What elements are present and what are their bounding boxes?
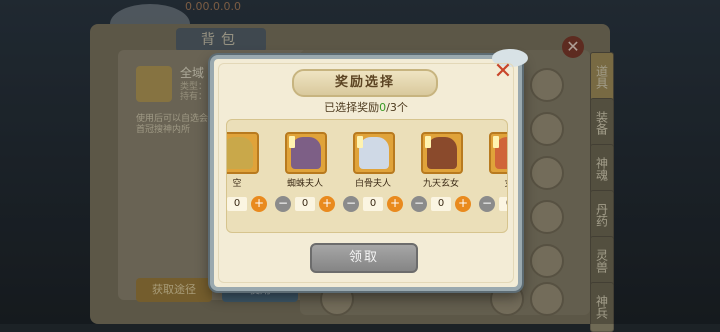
- quantity-value: 0: [227, 197, 247, 211]
- reward-name: 蜘蛛夫人: [286, 179, 323, 189]
- minus-icon[interactable]: −: [411, 196, 427, 212]
- selection-count: 已选择奖励0/3个: [214, 99, 518, 115]
- reward-item[interactable]: 九天玄女 − 0 +: [409, 132, 473, 216]
- dialog-title: 奖励选择: [292, 69, 438, 97]
- quantity-stepper: − 0 +: [479, 196, 507, 212]
- reward-item[interactable]: 蜘蛛夫人 − 0 +: [273, 132, 337, 216]
- reward-name: 白骨夫人: [354, 179, 391, 189]
- bone-lady-portrait-icon: [353, 132, 395, 174]
- minus-icon[interactable]: −: [275, 196, 291, 212]
- reward-list[interactable]: 空 − 0 + 蜘蛛夫人 − 0 + 白骨夫人: [226, 119, 508, 233]
- reward-name: 女: [477, 176, 507, 189]
- reward-name: 九天玄女: [422, 179, 459, 189]
- quantity-stepper: − 0 +: [275, 196, 335, 212]
- quantity-stepper: − 0 +: [343, 196, 403, 212]
- reward-item[interactable]: 女 − 0 +: [477, 132, 507, 216]
- plus-icon[interactable]: +: [319, 196, 335, 212]
- reward-item[interactable]: 白骨夫人 − 0 +: [341, 132, 405, 216]
- minus-icon[interactable]: −: [343, 196, 359, 212]
- reward-item[interactable]: 空 − 0 +: [227, 132, 269, 216]
- quantity-value: 0: [431, 197, 451, 211]
- reward-name: 空: [232, 179, 242, 189]
- plus-icon[interactable]: +: [455, 196, 471, 212]
- quantity-value: 0: [295, 197, 315, 211]
- minus-icon[interactable]: −: [479, 196, 495, 212]
- count-total: /3个: [386, 101, 408, 114]
- quantity-value: 0: [499, 197, 507, 211]
- claim-button[interactable]: 领取: [310, 243, 418, 273]
- quantity-value: 0: [363, 197, 383, 211]
- plus-icon[interactable]: +: [251, 196, 267, 212]
- close-icon[interactable]: ✕: [492, 61, 514, 83]
- quantity-stepper: − 0 +: [227, 196, 267, 212]
- quantity-stepper: − 0 +: [411, 196, 471, 212]
- count-prefix: 已选择奖励: [324, 101, 380, 114]
- hero-portrait-icon: [227, 132, 259, 174]
- plus-icon[interactable]: +: [387, 196, 403, 212]
- hero-portrait-icon: [489, 132, 507, 174]
- celestial-maiden-portrait-icon: [421, 132, 463, 174]
- spider-lady-portrait-icon: [285, 132, 327, 174]
- reward-select-dialog: 奖励选择 ✕ 已选择奖励0/3个 空 − 0 + 蜘蛛夫人 − 0: [210, 49, 528, 291]
